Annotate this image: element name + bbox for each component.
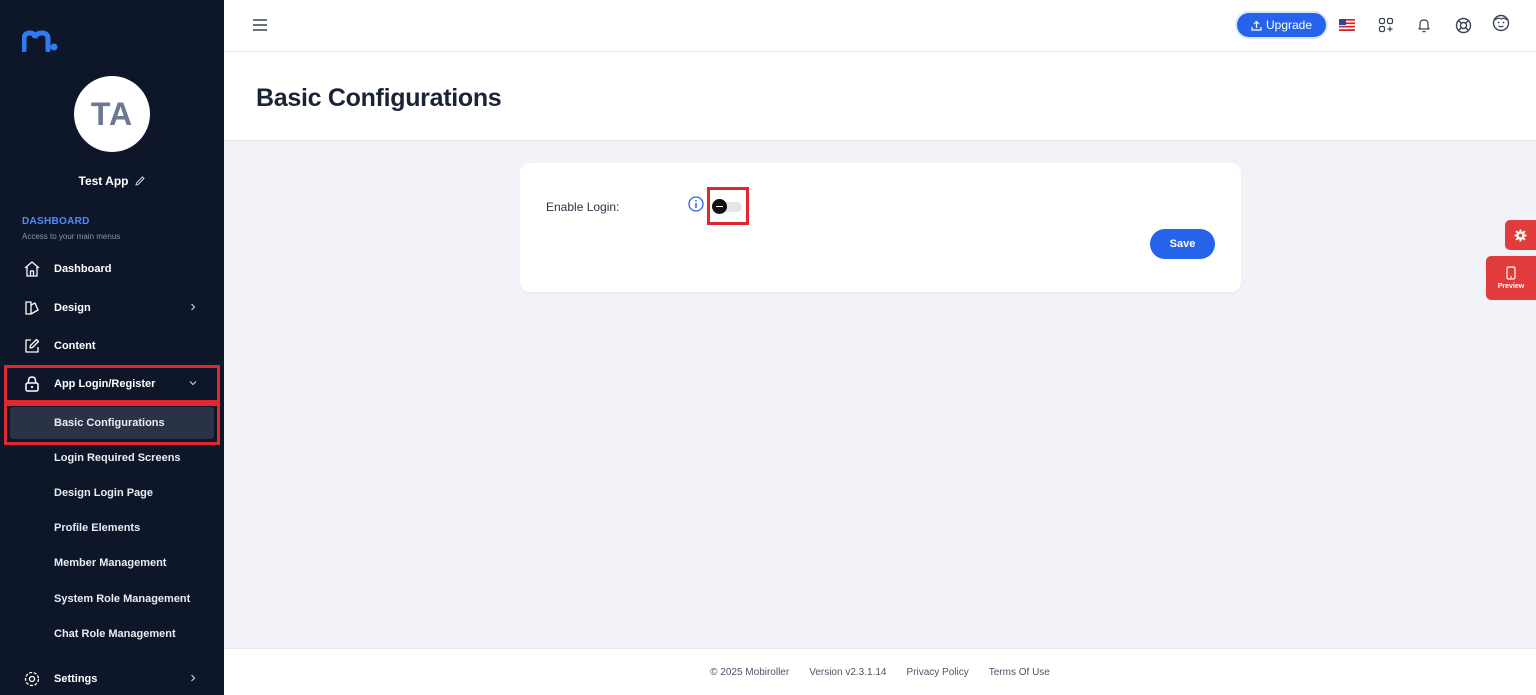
floating-preview-button[interactable]: Preview: [1486, 256, 1536, 300]
page-title: Basic Configurations: [256, 84, 502, 112]
section-title: DASHBOARD: [22, 216, 90, 227]
settings-card: Enable Login: Save: [520, 163, 1241, 292]
pencil-icon[interactable]: [134, 175, 146, 187]
mobiroller-logo[interactable]: [22, 30, 58, 52]
floating-settings-button[interactable]: [1505, 220, 1536, 250]
sidebar-subitem-profile-elements[interactable]: Profile Elements: [54, 522, 140, 534]
sidebar-item-design[interactable]: Design: [12, 293, 212, 323]
section-subtitle: Access to your main menus: [22, 232, 121, 241]
footer-version: Version v2.3.1.14: [809, 666, 887, 678]
gear-icon: [1514, 228, 1527, 242]
bell-icon[interactable]: [1415, 16, 1433, 34]
palette-icon: [22, 298, 42, 318]
sidebar-item-settings[interactable]: Settings: [12, 664, 212, 694]
enable-login-toggle[interactable]: [710, 199, 742, 214]
chevron-right-icon: [188, 302, 198, 312]
upgrade-button[interactable]: Upgrade: [1237, 13, 1326, 37]
top-bar: Upgrade: [224, 0, 1536, 52]
sidebar-item-content[interactable]: Content: [12, 331, 212, 361]
info-icon[interactable]: [688, 196, 704, 212]
help-lifebuoy-icon[interactable]: [1454, 16, 1472, 34]
footer-terms-link[interactable]: Terms Of Use: [989, 667, 1050, 678]
enable-login-label: Enable Login:: [546, 200, 620, 214]
sidebar-subitem-login-required-screens[interactable]: Login Required Screens: [54, 452, 181, 464]
sidebar-item-app-login-register[interactable]: App Login/Register: [12, 369, 212, 399]
sidebar: TA Test App DASHBOARD Access to your mai…: [0, 0, 224, 695]
us-flag-icon[interactable]: [1338, 16, 1356, 34]
save-button[interactable]: Save: [1150, 229, 1215, 259]
sidebar-subitem-basic-configurations[interactable]: Basic Configurations: [54, 417, 165, 429]
sidebar-item-dashboard[interactable]: Dashboard: [12, 254, 212, 284]
chevron-down-icon: [188, 378, 198, 388]
sidebar-subitem-design-login-page[interactable]: Design Login Page: [54, 487, 153, 499]
sidebar-subitem-system-role-management[interactable]: System Role Management: [54, 593, 190, 605]
lock-icon: [22, 374, 42, 394]
upload-icon: [1251, 20, 1262, 31]
phone-icon: [1506, 266, 1516, 280]
edit-icon: [22, 336, 42, 356]
apps-add-icon[interactable]: [1377, 16, 1395, 34]
sidebar-subitem-chat-role-management[interactable]: Chat Role Management: [54, 628, 176, 640]
sidebar-subitem-member-management[interactable]: Member Management: [54, 557, 166, 569]
page-header: Basic Configurations: [224, 52, 1536, 141]
footer-copyright: © 2025 Mobiroller: [710, 666, 790, 678]
app-name[interactable]: Test App: [0, 174, 224, 188]
gear-icon: [22, 669, 42, 689]
toggle-knob: [712, 199, 727, 214]
app-avatar[interactable]: TA: [74, 76, 150, 152]
hamburger-menu-icon[interactable]: [252, 17, 268, 33]
chevron-right-icon: [188, 673, 198, 683]
footer: © 2025 Mobiroller Version v2.3.1.14 Priv…: [224, 648, 1536, 695]
user-avatar-icon[interactable]: [1492, 14, 1510, 32]
home-icon: [22, 259, 42, 279]
footer-privacy-link[interactable]: Privacy Policy: [906, 667, 968, 678]
